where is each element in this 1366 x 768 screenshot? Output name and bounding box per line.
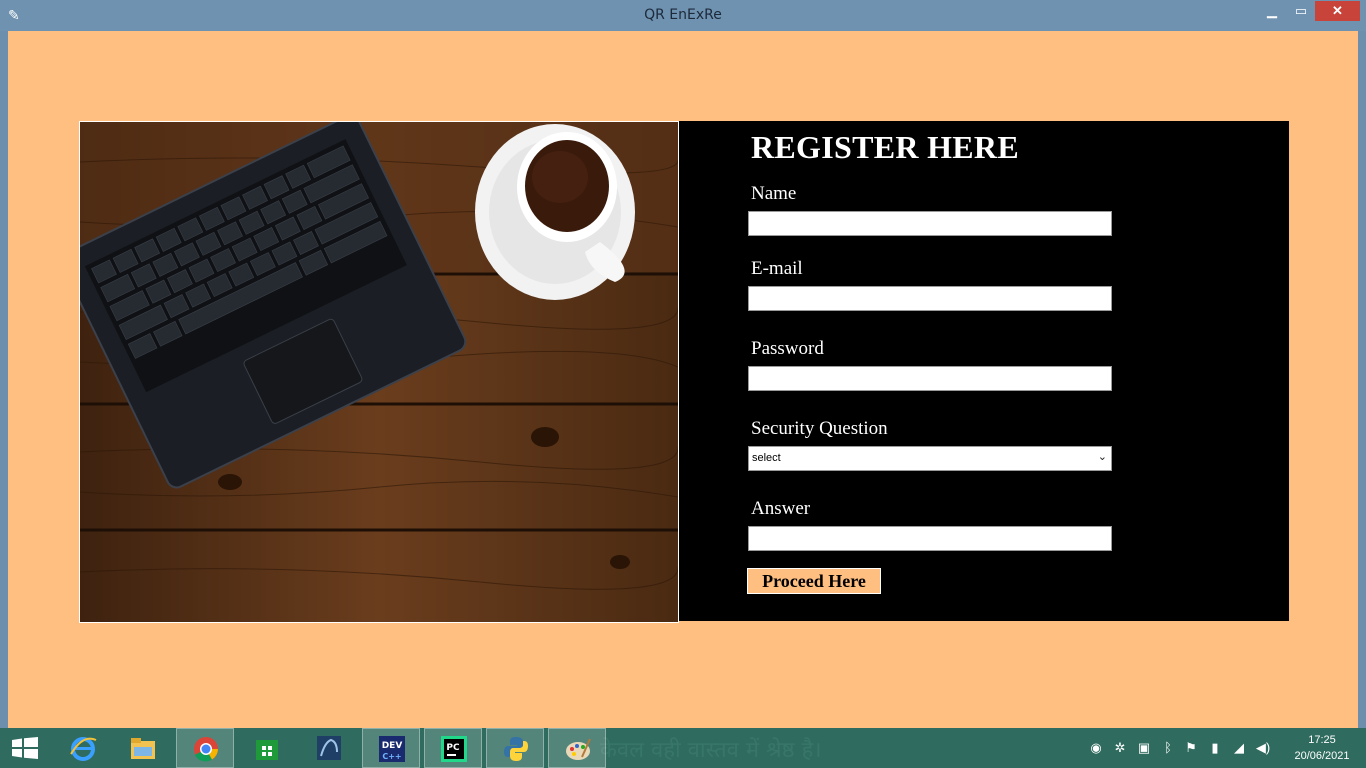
taskbar-store[interactable] [238, 728, 296, 768]
svg-text:DEV: DEV [382, 741, 403, 751]
file-explorer-icon [131, 738, 155, 759]
network-share-icon[interactable]: ✲ [1112, 740, 1128, 756]
bluetooth-icon[interactable]: ᛒ [1160, 740, 1176, 756]
action-center-flag-icon[interactable]: ⚑ [1183, 740, 1199, 756]
chrome-icon [194, 737, 219, 762]
internet-explorer-icon [70, 737, 97, 761]
paint-icon [566, 738, 591, 760]
discord-icon[interactable]: ◉ [1088, 740, 1104, 756]
close-button[interactable]: ✕ [1315, 1, 1360, 21]
minimize-button[interactable]: ▁ [1262, 1, 1282, 21]
taskbar-pycharm[interactable]: PC [424, 728, 482, 768]
svg-text:C++: C++ [382, 752, 401, 761]
name-label: Name [751, 183, 797, 204]
name-input[interactable] [748, 211, 1112, 236]
taskbar-chrome[interactable] [176, 728, 234, 768]
store-icon [256, 740, 278, 760]
windows-logo-icon [12, 737, 38, 759]
svg-text:PC: PC [446, 743, 460, 753]
security-question-label: Security Question [751, 418, 888, 439]
laptop-coffee-photo [79, 121, 679, 623]
window-client-area: REGISTER HERE Name E-mail Password Secur… [8, 31, 1358, 728]
taskbar: केवल वही वास्तव में श्रेष्ठ है। DEV C++ … [0, 728, 1366, 768]
maximize-button[interactable]: ▭ [1290, 1, 1312, 21]
register-form: REGISTER HERE Name E-mail Password Secur… [679, 121, 1289, 621]
clock-time: 17:25 [1308, 734, 1336, 746]
email-input[interactable] [748, 286, 1112, 311]
window-title: QR EnExRe [644, 7, 722, 23]
start-button[interactable] [0, 728, 50, 768]
battery-icon[interactable]: ▮ [1207, 740, 1223, 756]
taskbar-mysql[interactable] [300, 728, 358, 768]
taskbar-clock[interactable]: 17:25 20/06/2021 [1284, 732, 1360, 764]
proceed-button[interactable]: Proceed Here [747, 568, 881, 594]
security-question-select[interactable]: select ⌄ [748, 446, 1112, 471]
wallpaper-text: केवल वही वास्तव में श्रेष्ठ है। [600, 738, 822, 763]
volume-icon[interactable]: ◀) [1255, 740, 1271, 756]
security-question-selected: select [752, 452, 781, 464]
display-icon[interactable]: ▣ [1136, 740, 1152, 756]
taskbar-explorer[interactable] [114, 728, 172, 768]
pycharm-icon: PC [441, 736, 467, 762]
window-titlebar: ✎ QR EnExRe ▁ ▭ ✕ [0, 0, 1366, 31]
answer-label: Answer [751, 498, 811, 519]
email-label: E-mail [751, 258, 803, 279]
devcpp-icon: DEV C++ [379, 736, 405, 762]
mysql-icon [317, 736, 341, 760]
clock-date: 20/06/2021 [1294, 750, 1350, 762]
taskbar-devcpp[interactable]: DEV C++ [362, 728, 420, 768]
taskbar-paint[interactable] [548, 728, 606, 768]
password-input[interactable] [748, 366, 1112, 391]
taskbar-python[interactable] [486, 728, 544, 768]
signal-icon[interactable]: ◢ [1231, 740, 1247, 756]
chevron-down-icon: ⌄ [1097, 451, 1107, 463]
password-label: Password [751, 338, 824, 359]
taskbar-ie[interactable] [54, 728, 112, 768]
answer-input[interactable] [748, 526, 1112, 551]
python-icon [504, 737, 528, 761]
form-heading: REGISTER HERE [751, 129, 1019, 165]
